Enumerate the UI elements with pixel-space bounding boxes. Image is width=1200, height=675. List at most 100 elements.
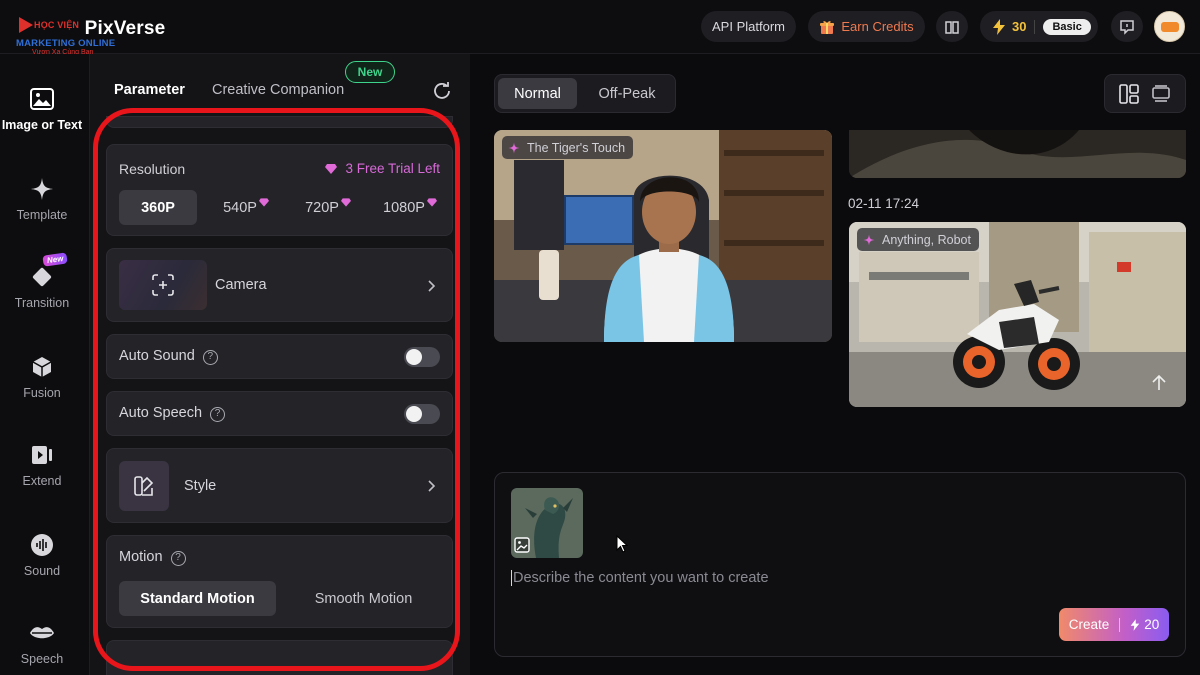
credits-button[interactable]: 30 Basic [980, 11, 1098, 42]
auto-sound-toggle[interactable] [404, 347, 440, 367]
create-cost-value: 20 [1144, 617, 1160, 632]
nav-sound[interactable]: Sound [0, 532, 84, 578]
video-tag: The Tiger's Touch [502, 136, 634, 159]
chevron-right-icon [428, 480, 436, 492]
nav-template[interactable]: Template [0, 176, 84, 222]
create-button[interactable]: Create 20 [1059, 608, 1169, 641]
divider [1119, 617, 1121, 632]
prompt-input[interactable]: Describe the content you want to create [511, 570, 769, 586]
scroll-up-icon[interactable] [1152, 375, 1166, 391]
logo-subtitle: MARKETING ONLINE [16, 38, 116, 49]
resolution-card: Resolution 3 Free Trial Left 360P 540P 7… [106, 144, 453, 236]
lightning-icon [993, 18, 1005, 35]
lightning-icon [1130, 618, 1140, 631]
section-top-remnant [106, 116, 453, 128]
user-avatar[interactable] [1154, 11, 1185, 42]
api-platform-label: API Platform [712, 19, 785, 34]
mouse-cursor-icon [616, 535, 628, 553]
help-icon[interactable]: ? [170, 551, 186, 566]
video-thumbnail-room [494, 130, 832, 342]
gift-icon [820, 20, 835, 34]
style-thumbnail [119, 461, 169, 511]
brand-prefix: HỌC VIỆN [34, 20, 80, 30]
chevron-right-icon [428, 280, 436, 292]
diamond-icon [258, 198, 269, 207]
video-tag-label: Anything, Robot [882, 232, 971, 247]
resolution-label: 540P [223, 199, 257, 216]
tab-parameter[interactable]: Parameter [114, 82, 185, 98]
parameter-panel: Parameter Creative Companion New Resolut… [90, 54, 470, 675]
sparkle-icon [508, 142, 520, 153]
mode-normal[interactable]: Normal [498, 78, 577, 109]
motion-title-wrap: Motion? [119, 549, 186, 566]
nav-transition[interactable]: New Transition [0, 252, 84, 310]
image-icon [514, 537, 530, 553]
divider [1034, 19, 1036, 34]
video-thumbnail-dark [849, 130, 1186, 178]
brush-icon [134, 476, 154, 496]
brand-name: HỌC VIỆN PixVerse [34, 18, 165, 40]
nav-label: Speech [20, 652, 64, 666]
camera-row[interactable]: Camera [106, 248, 453, 322]
video-card-tigers-touch[interactable]: The Tiger's Touch [494, 130, 832, 342]
help-icon[interactable]: ? [210, 407, 226, 422]
resolution-title: Resolution [119, 161, 186, 177]
resolution-option-720p[interactable]: 720P [295, 190, 361, 225]
motion-option-standard[interactable]: Standard Motion [119, 581, 276, 616]
logo[interactable]: HỌC VIỆN PixVerse MARKETING ONLINE Vươn … [12, 8, 172, 56]
api-platform-button[interactable]: API Platform [701, 11, 796, 42]
nav-label: Sound [23, 564, 61, 578]
mode-label: Normal [514, 85, 561, 102]
nav-label: Template [16, 208, 68, 222]
video-card-partial[interactable] [849, 130, 1186, 178]
new-badge-mini: New [42, 252, 69, 267]
list-layout-icon[interactable] [1151, 84, 1171, 104]
mode-off-peak[interactable]: Off-Peak [583, 78, 671, 109]
plan-badge: Basic [1043, 18, 1091, 35]
nav-speech[interactable]: Speech [0, 620, 84, 666]
new-badge: New [345, 61, 395, 83]
video-tag-label: The Tiger's Touch [527, 140, 626, 155]
earn-credits-label: Earn Credits [841, 19, 914, 34]
auto-sound-row: Auto Sound? [106, 334, 453, 379]
nav-extend[interactable]: Extend [0, 442, 84, 488]
earn-credits-button[interactable]: Earn Credits [808, 11, 925, 42]
docs-button[interactable] [936, 11, 968, 42]
camera-focus-icon [152, 274, 174, 296]
free-trial-text: 3 Free Trial Left [345, 161, 440, 176]
tab-creative-companion[interactable]: Creative Companion [212, 82, 344, 98]
nav-label: Transition [14, 296, 70, 310]
uploaded-image-thumbnail[interactable] [511, 488, 583, 558]
image-icon [29, 86, 55, 112]
video-timestamp: 02-11 17:24 [848, 196, 920, 211]
video-card-anything-robot[interactable]: Anything, Robot [849, 222, 1186, 407]
camera-label: Camera [215, 277, 267, 293]
nav-image-or-text[interactable]: Image or Text [0, 86, 84, 132]
help-icon[interactable]: ? [202, 350, 218, 365]
style-row[interactable]: Style [106, 448, 453, 523]
motion-title: Motion [119, 549, 163, 565]
avatar-logo [1160, 21, 1179, 32]
resolution-option-360p[interactable]: 360P [119, 190, 197, 225]
auto-sound-label: Auto Sound [119, 348, 195, 364]
extend-icon [29, 442, 55, 468]
next-section-partial [106, 640, 453, 675]
auto-speech-toggle[interactable] [404, 404, 440, 424]
resolution-option-1080p[interactable]: 1080P [375, 190, 445, 225]
motion-option-label: Smooth Motion [314, 590, 413, 607]
grid-layout-icon[interactable] [1119, 84, 1139, 104]
refresh-icon[interactable] [432, 80, 452, 100]
sound-icon [29, 532, 55, 558]
feedback-button[interactable] [1111, 11, 1143, 42]
sparkle-icon [29, 176, 55, 202]
panel-tabs: Parameter Creative Companion New [90, 54, 470, 116]
credit-count: 30 [1012, 19, 1027, 34]
auto-sound-label-wrap: Auto Sound? [119, 348, 218, 365]
book-icon [945, 20, 959, 34]
resolution-option-540p[interactable]: 540P [213, 190, 279, 225]
motion-option-smooth[interactable]: Smooth Motion [285, 581, 442, 616]
video-tag: Anything, Robot [857, 228, 979, 251]
auto-speech-label: Auto Speech [119, 405, 203, 421]
message-icon [1120, 19, 1134, 35]
nav-fusion[interactable]: Fusion [0, 354, 84, 400]
